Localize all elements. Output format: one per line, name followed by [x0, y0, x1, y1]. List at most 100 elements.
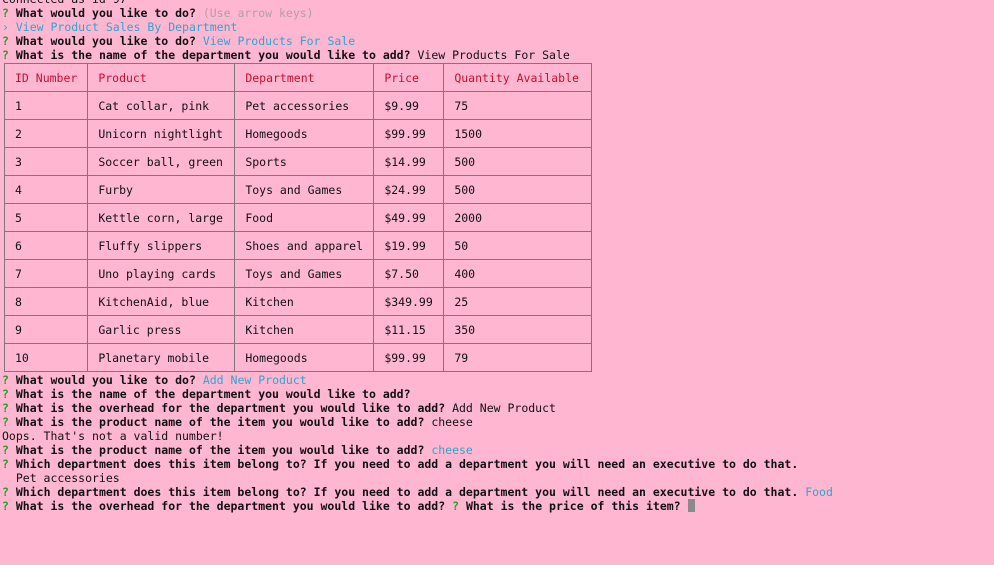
header-quantity-available: Quantity Available	[443, 63, 593, 92]
cell-price: $349.99	[373, 287, 445, 316]
terminal-output-top: connected as id 97? What would you like …	[2, 0, 992, 62]
terminal-line: ? Which department does this item belong…	[2, 457, 992, 471]
output-text: Pet accessories	[2, 471, 120, 485]
prompt-question: What would you like to do?	[15, 34, 196, 48]
cell-price: $99.99	[373, 343, 445, 372]
prompt-symbol: ?	[2, 48, 9, 62]
cell-department: Sports	[234, 147, 375, 176]
terminal-line: Pet accessories	[2, 471, 992, 485]
cell-id-number: 4	[3, 175, 89, 204]
cell-quantity: 350	[443, 315, 593, 344]
table-row: 5 Kettle corn, large Food $49.99 2000	[3, 203, 593, 232]
prompt-symbol: ?	[2, 499, 9, 513]
cell-price: $19.99	[373, 231, 445, 260]
terminal-line: ? Which department does this item belong…	[2, 485, 992, 499]
terminal-line: ? What is the product name of the item y…	[2, 443, 992, 457]
prompt-question: Which department does this item belong t…	[15, 485, 799, 499]
terminal-line: ? What is the name of the department you…	[2, 387, 992, 401]
cell-quantity: 75	[443, 91, 593, 120]
prompt-question: What is the overhead for the department …	[15, 401, 446, 415]
prompt-question: Which department does this item belong t…	[15, 457, 799, 471]
cell-department: Kitchen	[234, 287, 375, 316]
table-row: 7 Uno playing cards Toys and Games $7.50 400	[3, 259, 593, 288]
terminal-line: ? What would you like to do? (Use arrow …	[2, 6, 992, 20]
cell-quantity: 500	[443, 175, 593, 204]
cell-id-number: 3	[3, 147, 89, 176]
cell-price: $7.50	[373, 259, 445, 288]
terminal-output-bottom: ? What would you like to do? Add New Pro…	[2, 373, 992, 513]
prompt-answer: View Products For Sale	[202, 34, 356, 48]
table-row: 1 Cat collar, pink Pet accessories $9.99 75	[3, 91, 593, 120]
header-product: Product	[87, 63, 236, 92]
cell-price: $14.99	[373, 147, 445, 176]
prompt-symbol: ?	[2, 373, 9, 387]
prompt-symbol: ?	[2, 485, 9, 499]
cell-price: $11.15	[373, 315, 445, 344]
cell-product: Soccer ball, green	[87, 147, 236, 176]
cell-department: Homegoods	[234, 119, 375, 148]
terminal-line: ? What is the overhead for the departmen…	[2, 401, 992, 415]
terminal-line: Oops. That's not a valid number!	[2, 429, 992, 443]
cell-product: KitchenAid, blue	[87, 287, 236, 316]
cell-price: $49.99	[373, 203, 445, 232]
products-table: ID Number Product Department Price Quant…	[3, 63, 593, 372]
cell-product: Planetary mobile	[87, 343, 236, 372]
cell-id-number: 1	[3, 91, 89, 120]
terminal-line: ? What is the overhead for the departmen…	[2, 499, 992, 513]
table-row: 10 Planetary mobile Homegoods $99.99 79	[3, 343, 593, 372]
table-row: 3 Soccer ball, green Sports $14.99 500	[3, 147, 593, 176]
cell-department: Homegoods	[234, 343, 375, 372]
cell-quantity: 1500	[443, 119, 593, 148]
cell-price: $24.99	[373, 175, 445, 204]
cell-id-number: 7	[3, 259, 89, 288]
cell-id-number: 9	[3, 315, 89, 344]
cell-quantity: 50	[443, 231, 593, 260]
prompt-answer: Add New Product	[202, 373, 307, 387]
cell-product: Kettle corn, large	[87, 203, 236, 232]
prompt-typed-answer: Add New Product	[452, 401, 556, 415]
products-table-wrap: ID Number Product Department Price Quant…	[3, 63, 992, 372]
prompt-question: What is the name of the department you w…	[15, 387, 411, 401]
table-row: 4 Furby Toys and Games $24.99 500	[3, 175, 593, 204]
cell-price: $9.99	[373, 91, 445, 120]
cell-quantity: 79	[443, 343, 593, 372]
text-cursor[interactable]	[687, 499, 695, 512]
cell-department: Pet accessories	[234, 91, 375, 120]
cell-quantity: 500	[443, 147, 593, 176]
prompt-question: What is the product name of the item you…	[15, 415, 425, 429]
prompt-question: What would you like to do?	[15, 373, 196, 387]
terminal-line: › View Product Sales By Department	[2, 20, 992, 34]
menu-choice[interactable]: View Product Sales By Department	[16, 20, 238, 34]
cell-id-number: 5	[3, 203, 89, 232]
header-department: Department	[234, 63, 375, 92]
selection-pointer-icon: ›	[2, 20, 9, 34]
prompt-symbol: ?	[2, 443, 9, 457]
prompt-question: What would you like to do?	[15, 6, 196, 20]
prompt-symbol: ?	[2, 401, 9, 415]
table-body: 1 Cat collar, pink Pet accessories $9.99 75 2…	[3, 91, 593, 372]
cell-product: Unicorn nightlight	[87, 119, 236, 148]
terminal-line: ? What would you like to do? Add New Pro…	[2, 373, 992, 387]
cell-id-number: 2	[3, 119, 89, 148]
terminal-window[interactable]: connected as id 97? What would you like …	[2, 0, 992, 513]
prompt-question: What is the name of the department you w…	[15, 48, 411, 62]
cell-quantity: 400	[443, 259, 593, 288]
prompt-typed-answer: cheese	[431, 415, 473, 429]
prompt-symbol: ?	[2, 415, 9, 429]
terminal-line: ? What is the name of the department you…	[2, 48, 992, 62]
prompt-question: What is the overhead for the department …	[15, 499, 446, 513]
cell-product: Cat collar, pink	[87, 91, 236, 120]
cell-department: Food	[234, 203, 375, 232]
cell-id-number: 10	[3, 343, 89, 372]
prompt-question: What is the price of this item?	[465, 499, 681, 513]
output-text: Oops. That's not a valid number!	[2, 429, 224, 443]
cell-product: Fluffy slippers	[87, 231, 236, 260]
cell-product: Furby	[87, 175, 236, 204]
cell-department: Toys and Games	[234, 175, 375, 204]
prompt-question: What is the product name of the item you…	[15, 443, 425, 457]
cell-product: Garlic press	[87, 315, 236, 344]
prompt-hint: (Use arrow keys)	[202, 6, 314, 20]
prompt-symbol: ?	[2, 6, 9, 20]
cell-department: Shoes and apparel	[234, 231, 375, 260]
cell-price: $99.99	[373, 119, 445, 148]
